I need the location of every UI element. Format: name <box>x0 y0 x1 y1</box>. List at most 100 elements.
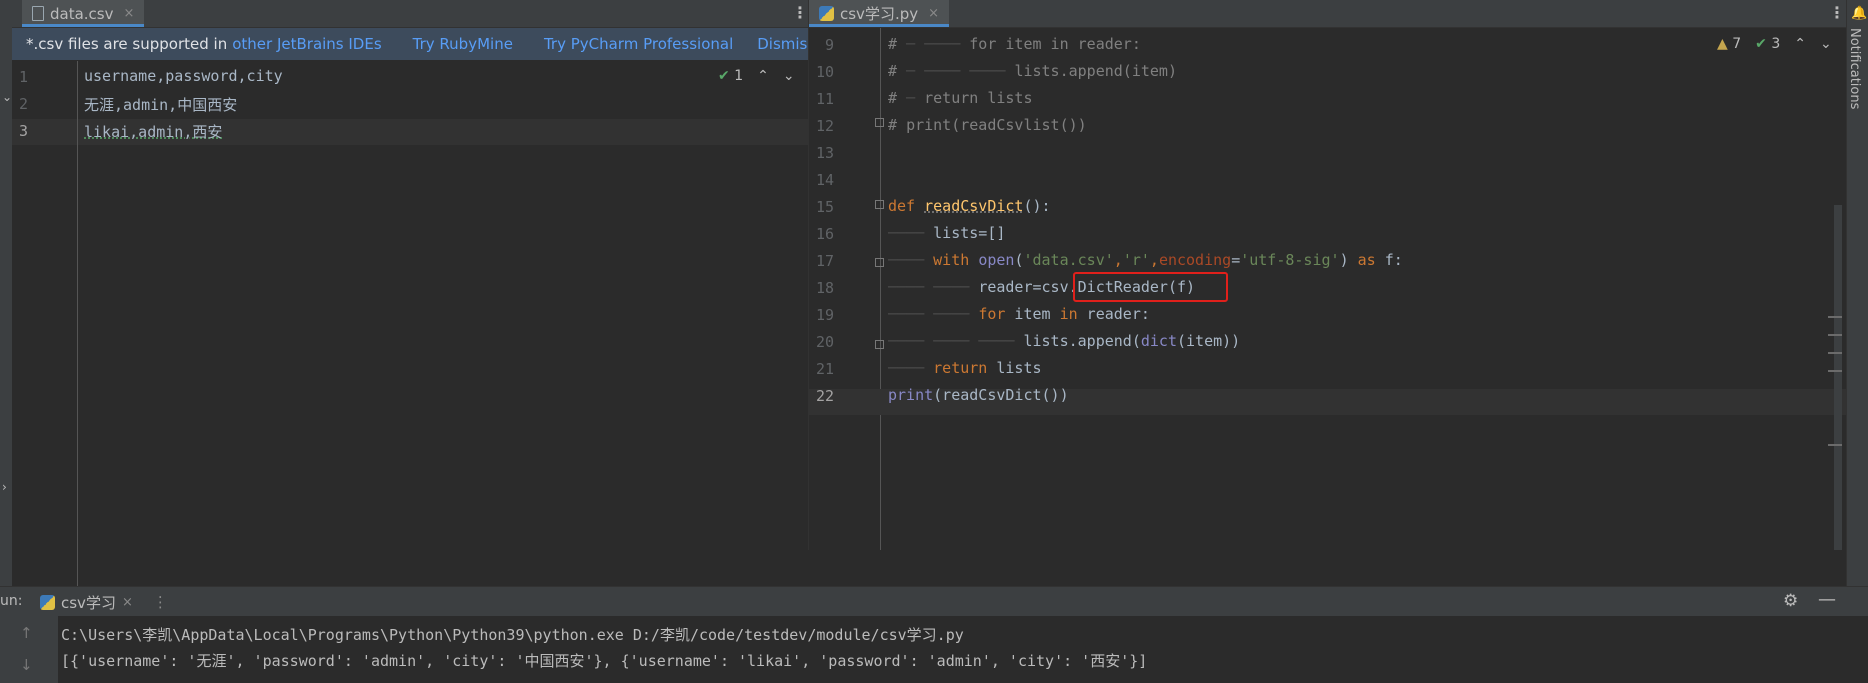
chevron-down-icon[interactable]: ⌄ <box>783 68 795 84</box>
more-options-icon[interactable]: ⋮ <box>153 593 168 611</box>
run-panel-header: un: csv学习 × ⋮ ⚙ — <box>0 586 1868 617</box>
close-tab-icon[interactable]: × <box>928 6 939 21</box>
line-number: 11 <box>815 90 834 108</box>
line-number: 18 <box>815 279 834 297</box>
code-line-9[interactable]: # ─ ──── for item in reader: <box>888 35 1141 53</box>
line-number: 12 <box>815 117 834 135</box>
keyword: in <box>1059 305 1078 323</box>
tab-csv-py[interactable]: csv学习.py × <box>809 0 950 27</box>
string: 'data.csv' <box>1023 251 1114 269</box>
try-rubymine-link[interactable]: Try RubyMine <box>413 35 513 53</box>
code-text: , <box>1113 251 1123 269</box>
code-line-22[interactable]: print(readCsvDict()) <box>888 386 1069 404</box>
line-number: 20 <box>815 333 834 351</box>
chevron-icon[interactable]: ⌄ <box>2 90 12 104</box>
comment-hash: # <box>888 89 898 107</box>
more-options-icon[interactable]: ⋮ <box>792 3 808 22</box>
comment-hash: # <box>888 35 898 53</box>
close-tab-icon[interactable]: × <box>124 6 135 21</box>
try-pycharm-link[interactable]: Try PyCharm Professional <box>544 35 733 53</box>
builtin: dict <box>1140 332 1177 350</box>
line-number: 1 <box>19 68 29 86</box>
python-editor-panel: csv学习.py × ⋮ <box>808 0 1847 550</box>
code-text: for item in reader: <box>969 35 1141 53</box>
ok-count: 3 <box>1771 36 1781 52</box>
code-text: (): <box>1023 197 1051 215</box>
code-text: reader: <box>1077 305 1150 323</box>
other-ides-link[interactable]: other JetBrains IDEs <box>232 35 381 53</box>
more-options-icon[interactable]: ⋮ <box>1829 3 1845 22</box>
line-number: 10 <box>815 63 834 81</box>
builtin: print <box>888 386 934 404</box>
line-number: 16 <box>815 225 834 243</box>
code-text: ) <box>1339 251 1358 269</box>
code-line-12[interactable]: # print(readCsvlist()) <box>888 116 1087 134</box>
fold-marker-icon[interactable] <box>875 258 884 267</box>
code-line-21[interactable]: ──── return lists <box>888 359 1042 377</box>
bell-icon[interactable]: 🔔 <box>1851 6 1867 21</box>
arrow-down-icon[interactable]: ↓ <box>20 656 33 674</box>
chevron-down-icon[interactable]: ⌄ <box>1820 36 1832 52</box>
line-number: 13 <box>815 144 834 162</box>
fold-marker-icon[interactable] <box>875 340 884 349</box>
run-label: un: <box>0 593 23 609</box>
csv-editor-panel: data.csv × ⋮ <box>12 0 808 586</box>
code-line-11[interactable]: # ─ return lists <box>888 89 1033 107</box>
scroll-marker <box>1828 444 1842 446</box>
keyword: return <box>933 359 988 377</box>
indent-guide: ─ ──── ──── <box>897 62 1015 80</box>
run-side-toolbar: ↑ ↓ <box>0 616 58 683</box>
warning-icon: ▲ <box>1717 36 1728 52</box>
indent-guide: ──── ──── ──── <box>888 332 1024 350</box>
code-line-16[interactable]: ──── lists=[] <box>888 224 1005 242</box>
tab-data-csv[interactable]: data.csv × <box>22 0 145 27</box>
keyword: with <box>933 251 970 269</box>
gear-icon[interactable]: ⚙ <box>1783 591 1798 611</box>
gutter-divider <box>77 61 78 586</box>
scrollbar[interactable] <box>1834 205 1842 550</box>
csv-line[interactable]: username,password,city <box>84 67 283 85</box>
arrow-up-icon[interactable]: ↑ <box>20 624 33 642</box>
indent-guide: ──── ──── <box>888 278 979 296</box>
code-text: (item)) <box>1177 332 1241 350</box>
string: 'utf-8-sig' <box>1240 251 1340 269</box>
fold-marker-icon[interactable] <box>875 200 884 209</box>
function-name: readCsvDict <box>924 197 1024 215</box>
indent-guide: ─ ──── <box>897 35 970 53</box>
python-file-icon <box>40 594 55 610</box>
code-text: lists.append( <box>1023 332 1141 350</box>
code-line-15[interactable]: def readCsvDict(): <box>888 197 1051 215</box>
dismiss-link[interactable]: Dismiss <box>757 35 815 53</box>
left-inspection-widget[interactable]: ✔ 1 ⌃ ⌄ <box>718 68 795 84</box>
close-icon[interactable]: › <box>2 480 7 494</box>
line-number: 9 <box>824 36 834 54</box>
code-line-10[interactable]: # ─ ──── ──── lists.append(item) <box>888 62 1177 80</box>
run-tab[interactable]: csv学习 × ⋮ <box>40 587 168 617</box>
chevron-up-icon[interactable]: ⌃ <box>757 68 769 84</box>
param: encoding <box>1158 251 1232 269</box>
code-text: (readCsvDict()) <box>933 386 1069 404</box>
notifications-label[interactable]: Notifications <box>1847 28 1862 109</box>
minimize-icon[interactable]: — <box>1818 589 1836 610</box>
scroll-marker <box>1828 316 1842 318</box>
line-number: 14 <box>815 171 834 189</box>
file-icon <box>32 6 44 21</box>
highlight-box <box>1073 272 1228 302</box>
code-line-19[interactable]: ──── ──── for item in reader: <box>888 305 1150 323</box>
code-line-17[interactable]: ──── with open('data.csv','r',encoding='… <box>888 251 1403 269</box>
console-output: [{'username': '无涯', 'password': 'admin',… <box>61 652 1148 670</box>
line-number: 3 <box>19 122 29 140</box>
line-number: 22 <box>815 387 834 405</box>
csv-line[interactable]: 无涯,admin,中国西安 <box>84 94 237 115</box>
code-text: , <box>1149 251 1159 269</box>
right-inspection-widget[interactable]: ▲ 7 ✔ 3 ⌃ ⌄ <box>1717 36 1832 52</box>
csv-line[interactable]: likai,admin,西安 <box>84 121 222 142</box>
close-tab-icon[interactable]: × <box>122 595 133 610</box>
indent-guide: ──── <box>888 224 934 242</box>
indent-guide: ──── <box>888 359 934 377</box>
code-line-20[interactable]: ──── ──── ──── lists.append(dict(item)) <box>888 332 1240 350</box>
chevron-up-icon[interactable]: ⌃ <box>1794 36 1806 52</box>
builtin: open <box>978 251 1015 269</box>
notifications-strip: 🔔 Notifications <box>1846 0 1868 586</box>
fold-marker-icon[interactable] <box>875 118 884 127</box>
